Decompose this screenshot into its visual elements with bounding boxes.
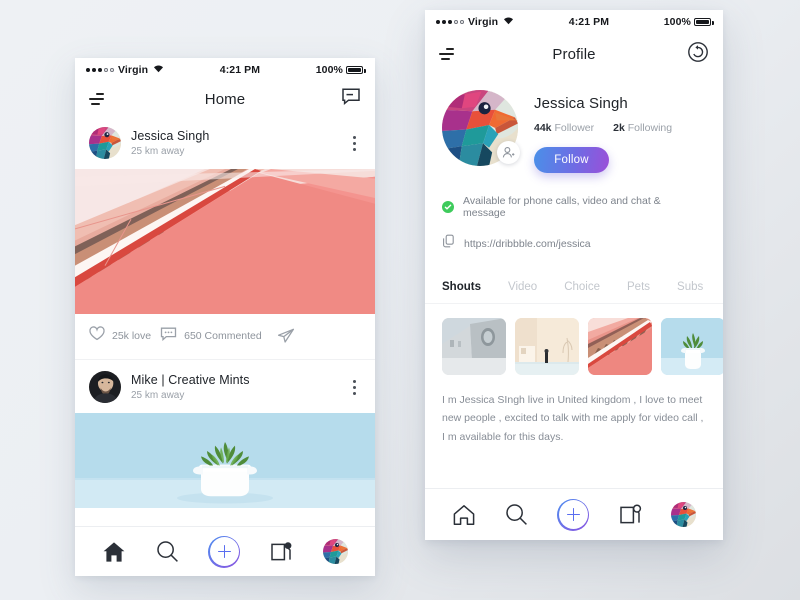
check-circle-icon bbox=[442, 201, 454, 213]
notification-square-icon bbox=[620, 503, 642, 523]
kebab-menu-icon[interactable] bbox=[348, 133, 361, 154]
filter-sort-icon[interactable] bbox=[439, 47, 456, 61]
followers-value: 44k bbox=[534, 122, 552, 134]
sidebar-item-profile[interactable] bbox=[323, 539, 349, 564]
comment-count-label: 650 Commented bbox=[184, 330, 262, 342]
sidebar-item-notifications[interactable] bbox=[619, 503, 642, 526]
sidebar-item-home[interactable] bbox=[452, 504, 476, 526]
battery-percent-label: 100% bbox=[315, 64, 343, 76]
signal-strength-icon bbox=[436, 20, 464, 24]
home-navbar: Home bbox=[75, 82, 375, 116]
man-portrait-avatar[interactable] bbox=[89, 371, 121, 403]
battery-icon bbox=[346, 65, 366, 75]
home-tabbar bbox=[75, 526, 375, 576]
tab-pets[interactable]: Pets bbox=[627, 281, 650, 293]
post-author-name: Jessica Singh bbox=[131, 129, 210, 143]
wifi-icon bbox=[503, 16, 514, 28]
profile-navbar: Profile bbox=[425, 34, 723, 74]
post-header: Mike | Creative Mints 25 km away bbox=[75, 360, 375, 413]
thumbnail-gallery bbox=[425, 304, 723, 389]
sidebar-item-search[interactable] bbox=[505, 503, 528, 526]
history-clock-icon[interactable] bbox=[687, 41, 709, 68]
carrier-label: Virgin bbox=[468, 16, 499, 28]
post-distance-label: 25 km away bbox=[131, 146, 185, 157]
home-icon-filled bbox=[103, 541, 125, 562]
profile-screen-phone: Virgin 4:21 PM 100% Profile Jessica Sing… bbox=[425, 10, 723, 540]
tab-shouts[interactable]: Shouts bbox=[442, 281, 481, 293]
clock-label: 4:21 PM bbox=[568, 16, 610, 28]
status-bar: Virgin 4:21 PM 100% bbox=[425, 10, 723, 34]
add-person-icon[interactable] bbox=[497, 141, 520, 164]
message-bubble-icon[interactable] bbox=[341, 88, 361, 110]
profile-header: Jessica Singh 44k Follower 2k Following … bbox=[425, 74, 723, 173]
kebab-menu-icon[interactable] bbox=[348, 377, 361, 398]
plus-icon bbox=[557, 498, 590, 531]
following-value: 2k bbox=[613, 122, 625, 134]
search-icon bbox=[506, 504, 528, 525]
tab-video[interactable]: Video bbox=[508, 281, 537, 293]
notification-square-icon bbox=[271, 541, 292, 560]
heart-icon bbox=[89, 326, 105, 346]
link-icon bbox=[442, 234, 455, 253]
tab-subs[interactable]: Subs bbox=[677, 281, 703, 293]
page-title: Home bbox=[204, 90, 246, 108]
like-count-label: 25k love bbox=[112, 330, 152, 342]
battery-percent-label: 100% bbox=[663, 16, 691, 28]
home-screen-phone: Virgin 4:21 PM 100% Home Jessica Singh 2… bbox=[75, 58, 375, 576]
battery-icon bbox=[694, 17, 714, 27]
post-actions: 25k love 650 Commented bbox=[75, 314, 375, 360]
profile-name: Jessica Singh bbox=[534, 95, 628, 112]
availability-label: Available for phone calls, video and cha… bbox=[463, 195, 661, 219]
sidebar-item-notifications[interactable] bbox=[270, 541, 293, 563]
profile-bio: I m Jessica SIngh live in United kingdom… bbox=[425, 389, 723, 447]
post-header: Jessica Singh 25 km away bbox=[75, 116, 375, 169]
tab-choice[interactable]: Choice bbox=[564, 281, 600, 293]
following-label: Following bbox=[627, 122, 673, 134]
sidebar-item-home[interactable] bbox=[102, 541, 126, 563]
grey-architecture-thumb[interactable] bbox=[442, 318, 506, 375]
plus-icon bbox=[208, 535, 241, 568]
profile-details: Available for phone calls, video and cha… bbox=[425, 173, 723, 253]
like-button[interactable]: 25k love bbox=[89, 326, 151, 346]
availability-row: Available for phone calls, video and cha… bbox=[442, 195, 706, 219]
home-icon-outline bbox=[453, 504, 475, 525]
page-title: Profile bbox=[552, 45, 596, 63]
website-link-label: https://dribbble.com/jessica bbox=[464, 237, 591, 250]
comment-button[interactable]: 650 Commented bbox=[160, 327, 262, 346]
bird-avatar[interactable] bbox=[89, 127, 121, 159]
pink-escalator-photo[interactable] bbox=[75, 169, 375, 314]
profile-tabbar bbox=[425, 488, 723, 540]
bird-avatar bbox=[323, 539, 349, 564]
filter-sort-icon[interactable] bbox=[89, 92, 106, 106]
sidebar-item-profile[interactable] bbox=[671, 502, 697, 527]
blue-plant-thumb[interactable] bbox=[661, 318, 723, 375]
post-distance-label: 25 km away bbox=[131, 390, 185, 401]
website-row[interactable]: https://dribbble.com/jessica bbox=[442, 234, 706, 253]
followers-stat[interactable]: 44k Follower bbox=[534, 122, 594, 134]
blue-succulent-plant-photo[interactable] bbox=[75, 413, 375, 508]
carrier-label: Virgin bbox=[118, 64, 149, 76]
send-paperplane-icon[interactable] bbox=[277, 328, 295, 344]
search-icon bbox=[156, 541, 178, 562]
clock-label: 4:21 PM bbox=[219, 64, 261, 76]
sidebar-item-search[interactable] bbox=[156, 540, 179, 563]
signal-strength-icon bbox=[86, 68, 114, 72]
post-author-name: Mike | Creative Mints bbox=[131, 373, 250, 387]
comment-icon bbox=[160, 327, 177, 346]
sidebar-item-add[interactable] bbox=[557, 498, 590, 531]
wifi-icon bbox=[153, 64, 164, 76]
bird-avatar bbox=[671, 502, 697, 527]
status-bar: Virgin 4:21 PM 100% bbox=[75, 58, 375, 82]
followers-label: Follower bbox=[554, 122, 595, 134]
following-stat[interactable]: 2k Following bbox=[613, 122, 672, 134]
follow-button[interactable]: Follow bbox=[534, 147, 609, 173]
pink-stairs-thumb[interactable] bbox=[588, 318, 652, 375]
sidebar-item-add[interactable] bbox=[208, 535, 241, 568]
profile-tabs: Shouts Video Choice Pets Subs bbox=[425, 268, 723, 304]
beige-interior-thumb[interactable] bbox=[515, 318, 579, 375]
